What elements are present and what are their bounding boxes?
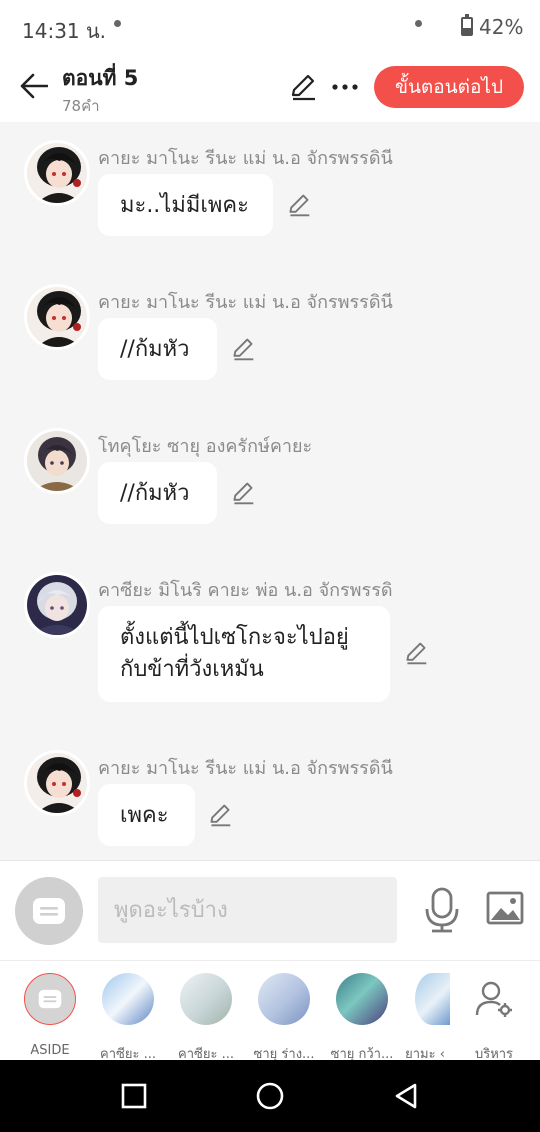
chat-bubble-icon [38, 989, 62, 1009]
edit-message-button[interactable] [228, 334, 258, 364]
character-item[interactable]: ยามะ ‹ [400, 973, 450, 1062]
pencil-icon [233, 482, 254, 505]
recent-apps-button[interactable] [112, 1074, 156, 1118]
message-input[interactable] [98, 877, 397, 943]
more-options-button[interactable] [328, 70, 362, 104]
character-item[interactable]: ซายุ กว้า... [324, 973, 400, 1062]
avatar[interactable] [24, 428, 90, 494]
character-item[interactable]: คาซียะ ... [168, 973, 244, 1062]
character-avatar-icon [27, 575, 87, 635]
message-text: มะ..ไม่มีเพคะ [120, 193, 249, 218]
aside-toggle-button[interactable] [15, 877, 83, 945]
square-icon [121, 1083, 147, 1109]
input-bar [0, 860, 540, 960]
message-text: เพคะ [120, 803, 169, 828]
image-icon [486, 891, 524, 925]
insert-image-button[interactable] [486, 891, 526, 929]
next-step-button[interactable]: ขั้นตอนต่อไป [374, 66, 524, 108]
character-avatar-icon [27, 753, 87, 813]
user-settings-icon [475, 981, 512, 1017]
system-nav-bar [0, 1060, 540, 1132]
chat-message: คาซียะ มิโนริ คายะ พ่อ น.อ จักรพรรดิ ตั้… [0, 572, 540, 712]
microphone-icon [425, 887, 459, 933]
chat-message: คายะ มาโนะ รีนะ แม่ น.อ จักรพรรดินี เพคะ [0, 750, 540, 860]
character-aside[interactable]: ASIDE [12, 973, 88, 1058]
notification-dot-icon [114, 20, 121, 27]
message-bubble[interactable]: //ก้มหัว [98, 318, 217, 380]
circle-icon [256, 1082, 284, 1110]
avatar[interactable] [24, 750, 90, 816]
manage-thumb [468, 973, 520, 1025]
edit-message-button[interactable] [228, 478, 258, 508]
chat-message: คายะ มาโนะ รีนะ แม่ น.อ จักรพรรดินี มะ..… [0, 140, 540, 250]
character-item[interactable]: ซายุ ร่าง... [246, 973, 322, 1062]
pencil-icon [291, 74, 315, 101]
manage-characters-button[interactable]: บริหาร [456, 973, 532, 1062]
character-name: คาซียะ มิโนริ คายะ พ่อ น.อ จักรพรรดิ [98, 580, 393, 601]
character-thumb [336, 973, 388, 1025]
character-name: คายะ มาโนะ รีนะ แม่ น.อ จักรพรรดินี [98, 758, 393, 779]
back-arrow-icon [20, 73, 48, 99]
avatar[interactable] [24, 140, 90, 206]
message-bubble[interactable]: ตั้งแต่นี้ไปเซโกะจะไปอยู่ กับข้าที่วังเห… [98, 606, 390, 702]
character-name: โทคุโยะ ซายุ องครักษ์คายะ [98, 436, 313, 457]
word-count: 78คำ [62, 97, 100, 115]
home-button[interactable] [248, 1074, 292, 1118]
status-time: 14:31 น. [22, 19, 107, 43]
pencil-icon [233, 338, 254, 361]
character-name: คายะ มาโนะ รีนะ แม่ น.อ จักรพรรดินี [98, 148, 393, 169]
pencil-icon [210, 804, 231, 827]
edit-message-button[interactable] [284, 190, 314, 220]
triangle-back-icon [395, 1083, 417, 1109]
character-label: ASIDE [30, 1043, 70, 1058]
character-thumb [102, 973, 154, 1025]
message-bubble[interactable]: เพคะ [98, 784, 195, 846]
message-text-line: ตั้งแต่นี้ไปเซโกะจะไปอยู่ [120, 625, 349, 650]
character-thumb [180, 973, 232, 1025]
message-text: //ก้มหัว [120, 481, 190, 506]
signal-dot-icon [415, 20, 422, 27]
chat-bubble-icon [33, 898, 65, 924]
message-text: //ก้มหัว [120, 337, 190, 362]
chat-message: โทคุโยะ ซายุ องครักษ์คายะ //ก้มหัว [0, 428, 540, 538]
character-name: คายะ มาโนะ รีนะ แม่ น.อ จักรพรรดินี [98, 292, 393, 313]
battery-percent: 42% [479, 15, 524, 39]
character-thumb [258, 973, 310, 1025]
status-bar: 14:31 น. 42% [0, 0, 540, 56]
back-button[interactable] [14, 66, 54, 106]
character-avatar-icon [27, 287, 87, 347]
pencil-icon [406, 642, 427, 665]
character-avatar-icon [27, 431, 87, 491]
character-item[interactable]: คาซียะ ... [90, 973, 166, 1062]
avatar[interactable] [24, 572, 90, 638]
chat-message: คายะ มาโนะ รีนะ แม่ น.อ จักรพรรดินี //ก้… [0, 284, 540, 394]
battery-icon [461, 14, 473, 36]
aside-thumb [24, 973, 76, 1025]
chat-area[interactable]: คายะ มาโนะ รีนะ แม่ น.อ จักรพรรดินี มะ..… [0, 122, 540, 860]
edit-message-button[interactable] [205, 800, 235, 830]
more-dots-icon [332, 84, 358, 90]
edit-title-button[interactable] [286, 70, 320, 104]
character-bar: ASIDE คาซียะ ... คาซียะ ... ซายุ ร่าง...… [0, 960, 540, 1062]
header: ตอนที่ 5 78คำ ขั้นตอนต่อไป [0, 56, 540, 122]
character-thumb [415, 973, 450, 1025]
battery-level [463, 27, 471, 34]
episode-title: ตอนที่ 5 [62, 66, 139, 90]
character-avatar-icon [27, 143, 87, 203]
avatar[interactable] [24, 284, 90, 350]
pencil-icon [289, 194, 310, 217]
message-bubble[interactable]: มะ..ไม่มีเพคะ [98, 174, 273, 236]
microphone-button[interactable] [422, 887, 462, 933]
message-text-line: กับข้าที่วังเหมัน [120, 657, 264, 682]
edit-message-button[interactable] [401, 638, 431, 668]
message-bubble[interactable]: //ก้มหัว [98, 462, 217, 524]
back-nav-button[interactable] [384, 1074, 428, 1118]
